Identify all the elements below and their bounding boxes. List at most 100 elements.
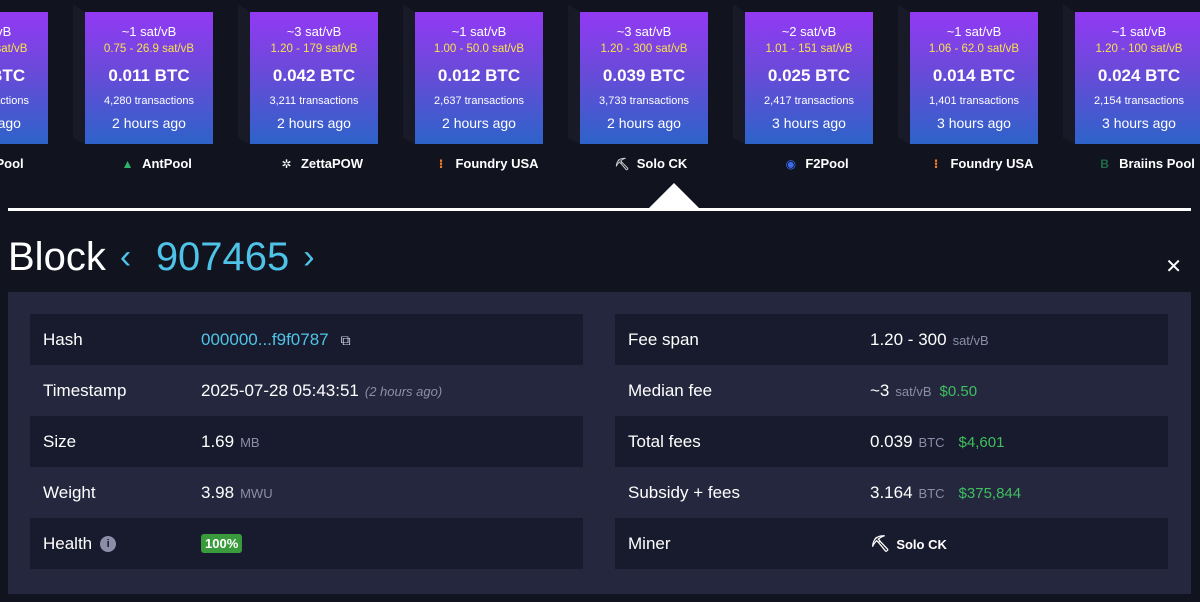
antpool-icon: ▲ [121, 156, 134, 171]
pool-name: F2Pool [0, 156, 24, 171]
block-cube[interactable]: ~1 sat/vB 0.75 - 26.9 sat/vB 0.011 BTC 4… [85, 12, 213, 144]
health-row: Health i 100% [30, 518, 583, 569]
block-card[interactable]: ~3 sat/vB 1.20 - 179 sat/vB 0.042 BTC 3,… [238, 0, 404, 185]
block-card[interactable]: ~2 sat/vB 1.01 - 151 sat/vB 0.025 BTC 2,… [733, 0, 899, 185]
block-pool[interactable]: ◉ F2Pool [0, 156, 74, 171]
block-height: 907465 [155, 234, 290, 279]
subsidy-label: Subsidy + fees [628, 482, 740, 502]
block-total-fees: 0.012 BTC [437, 66, 521, 85]
weight-label: Weight [43, 482, 96, 502]
fee-span-value: 1.20 - 300 [870, 329, 947, 349]
block-fee-range: 1.20 - 179 sat/vB [270, 43, 358, 55]
block-title-label: Block [8, 234, 106, 279]
total-fees-label: Total fees [628, 431, 701, 451]
block-time-ago: 2 hours ago [277, 115, 351, 131]
details-table-right: Fee span 1.20 - 300 sat/vB Median fee ~3… [615, 314, 1168, 569]
previous-block-chevron-icon[interactable]: ‹ [120, 238, 142, 277]
pool-name: F2Pool [805, 156, 849, 171]
hash-label: Hash [43, 329, 83, 349]
block-time-ago: 3 hours ago [937, 115, 1011, 131]
subsidy-unit: BTC [918, 485, 945, 501]
block-cube[interactable]: ~1 sat/vB 1.20 - 100 sat/vB 0.024 BTC 2,… [1075, 12, 1200, 144]
subsidy-value: 3.164 [870, 482, 913, 502]
median-fee-row: Median fee ~3 sat/vB $0.50 [615, 365, 1168, 416]
block-total-fees: 0.039 BTC [602, 66, 686, 85]
f2pool-icon: ◉ [785, 156, 797, 171]
block-fee-range: 0.75 - 26.9 sat/vB [103, 43, 195, 55]
pool-name: AntPool [142, 156, 192, 171]
block-pool[interactable]: B Braiins Pool [1063, 156, 1200, 171]
block-median-fee: ~3 sat/vB [286, 24, 342, 39]
block-tx-count: 1,401 transactions [929, 95, 1019, 107]
close-icon[interactable]: ✕ [1165, 254, 1182, 279]
block-median-fee: ~1 sat/vB [121, 24, 177, 39]
block-tx-count: 3,733 transactions [599, 95, 689, 107]
miner-link[interactable]: ⛏ Solo CK [870, 534, 947, 554]
foundry-icon: ⁝ [933, 156, 939, 171]
selected-block-indicator [648, 183, 700, 209]
block-total-fees: 0.011 BTC [108, 66, 190, 85]
block-pool[interactable]: ▲ AntPool [73, 156, 239, 171]
block-tx-count: 3,123 transactions [0, 95, 29, 107]
median-fee-fiat: $0.50 [939, 382, 978, 400]
block-cube[interactable]: ~1 sat/vB 1.06 - 62.0 sat/vB 0.014 BTC 1… [910, 12, 1038, 144]
zettapow-icon: ✲ [281, 156, 292, 171]
block-time-ago: 2 hours ago [607, 115, 681, 131]
block-time-ago: 2 hours ago [0, 115, 21, 131]
block-card[interactable]: ~1 sat/vB 1.00 - 50.0 sat/vB 0.012 BTC 2… [403, 0, 569, 185]
subsidy-row: Subsidy + fees 3.164 BTC $375,844 [615, 467, 1168, 518]
block-pool[interactable]: ⁝ Foundry USA [898, 156, 1064, 171]
block-cube[interactable]: ~1 sat/vB 0.93 - 144 sat/vB 0.029 BTC 3,… [0, 12, 48, 144]
block-card[interactable]: ~3 sat/vB 1.20 - 300 sat/vB 0.039 BTC 3,… [568, 0, 734, 185]
health-label-group: Health i [43, 534, 201, 554]
block-total-fees: 0.024 BTC [1097, 66, 1181, 85]
block-card[interactable]: ~1 sat/vB 0.93 - 144 sat/vB 0.029 BTC 3,… [0, 0, 74, 185]
details-table-left: Hash 000000...f9f0787 ⧉ Timestamp 2025-0… [30, 314, 583, 569]
block-pool[interactable]: ✲ ZettaPOW [238, 156, 404, 171]
block-fee-range: 1.20 - 100 sat/vB [1095, 43, 1183, 55]
block-card[interactable]: ~1 sat/vB 1.20 - 100 sat/vB 0.024 BTC 2,… [1063, 0, 1200, 185]
pool-name: ZettaPOW [300, 156, 364, 171]
block-median-fee: ~1 sat/vB [451, 24, 507, 39]
fee-span-unit: sat/vB [952, 332, 989, 348]
block-card[interactable]: ~1 sat/vB 1.06 - 62.0 sat/vB 0.014 BTC 1… [898, 0, 1064, 185]
miner-name: Solo CK [896, 536, 947, 552]
pickaxe-icon: ⛏ [870, 535, 891, 553]
block-cube[interactable]: ~2 sat/vB 1.01 - 151 sat/vB 0.025 BTC 2,… [745, 12, 873, 144]
total-fees-value: 0.039 [870, 431, 913, 451]
block-total-fees: 0.025 BTC [767, 66, 851, 85]
block-time-ago: 2 hours ago [442, 115, 516, 131]
block-cube[interactable]: ~3 sat/vB 1.20 - 179 sat/vB 0.042 BTC 3,… [250, 12, 378, 144]
block-card[interactable]: ~1 sat/vB 0.75 - 26.9 sat/vB 0.011 BTC 4… [73, 0, 239, 185]
block-cube[interactable]: ~1 sat/vB 1.00 - 50.0 sat/vB 0.012 BTC 2… [415, 12, 543, 144]
block-cube-side [238, 4, 250, 144]
size-unit: MB [240, 434, 260, 450]
block-cube-side [898, 4, 910, 144]
block-pool[interactable]: ◉ F2Pool [733, 156, 899, 171]
total-fees-unit: BTC [918, 434, 945, 450]
median-fee-label: Median fee [628, 380, 713, 400]
block-cube-side [733, 4, 745, 144]
block-time-ago: 3 hours ago [1102, 115, 1176, 131]
next-block-chevron-icon[interactable]: › [303, 238, 325, 277]
block-pool[interactable]: ⛏ Solo CK [568, 156, 734, 171]
pickaxe-icon: ⛏ [614, 156, 630, 171]
block-pool[interactable]: ⁝ Foundry USA [403, 156, 569, 171]
weight-value: 3.98 [201, 482, 235, 502]
block-cube-side [403, 4, 415, 144]
median-fee-value: ~3 [870, 380, 890, 400]
miner-label: Miner [628, 533, 671, 553]
hash-row: Hash 000000...f9f0787 ⧉ [30, 314, 583, 365]
foundry-icon: ⁝ [438, 156, 444, 171]
info-icon[interactable]: i [100, 535, 117, 552]
block-tx-count: 2,637 transactions [434, 95, 524, 107]
health-label: Health [43, 533, 93, 553]
block-tx-count: 2,154 transactions [1094, 95, 1184, 107]
block-details-panel: Hash 000000...f9f0787 ⧉ Timestamp 2025-0… [8, 292, 1191, 594]
block-hash-link[interactable]: 000000...f9f0787 [201, 330, 329, 350]
weight-unit: MWU [240, 485, 273, 501]
block-cube[interactable]: ~3 sat/vB 1.20 - 300 sat/vB 0.039 BTC 3,… [580, 12, 708, 144]
blockchain-strip: ~1 sat/vB 0.93 - 144 sat/vB 0.029 BTC 3,… [0, 0, 1200, 210]
copy-icon[interactable]: ⧉ [341, 332, 351, 349]
pool-name: Foundry USA [950, 156, 1034, 171]
